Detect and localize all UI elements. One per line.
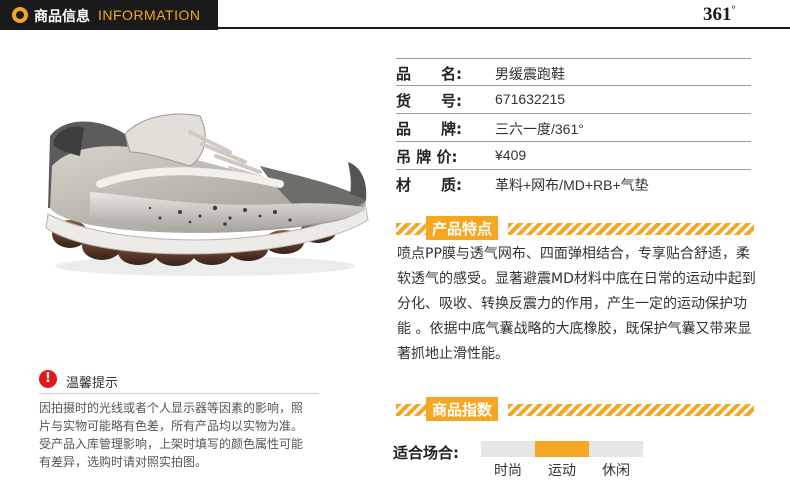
spec-label: 品 牌: xyxy=(396,120,462,138)
spec-row-material: 材 质: 革料+网布/MD+RB+气垫 xyxy=(396,170,751,198)
occasion-bar-casual xyxy=(589,441,643,457)
heading-stripe xyxy=(508,404,754,416)
features-heading: 产品特点 xyxy=(396,216,754,240)
spec-label: 材 质: xyxy=(396,176,462,194)
spec-value: 三六一度/361° xyxy=(495,121,584,137)
occasion-caption: 运动 xyxy=(548,463,576,479)
occasion-label: 适合场合: xyxy=(393,444,459,462)
header-divider xyxy=(218,27,790,29)
index-heading: 商品指数 xyxy=(396,397,754,421)
features-title: 产品特点 xyxy=(426,216,499,240)
spec-value: 革料+网布/MD+RB+气垫 xyxy=(495,177,649,193)
occasion-bar-fashion xyxy=(481,441,535,457)
shoe-image xyxy=(45,113,369,276)
heading-stripe xyxy=(508,223,754,235)
spec-label: 品 名: xyxy=(396,65,462,83)
spec-value: ¥409 xyxy=(495,147,527,163)
spec-label: 货 号: xyxy=(396,92,462,110)
heading-stripe xyxy=(396,404,426,416)
spec-row-price: 吊 牌 价: ¥409 xyxy=(396,142,751,170)
occasion-bar-sport xyxy=(535,441,589,457)
header-title: 商品信息 xyxy=(34,9,90,25)
header-bar: 商品信息 INFORMATION 361° xyxy=(0,0,790,30)
spec-row-name: 品 名: 男缓震跑鞋 xyxy=(396,58,751,86)
occasion-caption: 时尚 xyxy=(494,463,522,479)
spec-label: 吊 牌 价: xyxy=(396,148,458,166)
brand-logo: 361° xyxy=(703,4,736,25)
exclamation-icon: ! xyxy=(39,370,57,388)
spec-value: 男缓震跑鞋 xyxy=(495,66,565,82)
heading-stripe xyxy=(396,223,426,235)
spec-value: 671632215 xyxy=(495,91,566,107)
tips-title: 温馨提示 xyxy=(66,376,119,391)
spec-table: 品 名: 男缓震跑鞋 货 号: 671632215 品 牌: 三六一度/361°… xyxy=(396,58,751,198)
circle-logo-icon xyxy=(12,7,28,23)
features-text: 喷点PP膜与透气网布、四面弹相结合，专享贴合舒适，柔软透气的感受。显著避震MD材… xyxy=(397,246,756,362)
header-title-block: 商品信息 INFORMATION xyxy=(0,0,218,30)
index-title: 商品指数 xyxy=(426,397,499,421)
tips-text: 因拍摄时的光线或者个人显示器等因素的影响，照片与实物可能略有色差，所有产品均以实… xyxy=(39,401,304,469)
spec-row-sku: 货 号: 671632215 xyxy=(396,86,751,114)
header-subtitle: INFORMATION xyxy=(98,7,201,23)
spec-row-brand: 品 牌: 三六一度/361° xyxy=(396,114,751,142)
tips-divider xyxy=(39,393,319,394)
occasion-caption: 休闲 xyxy=(602,463,630,479)
